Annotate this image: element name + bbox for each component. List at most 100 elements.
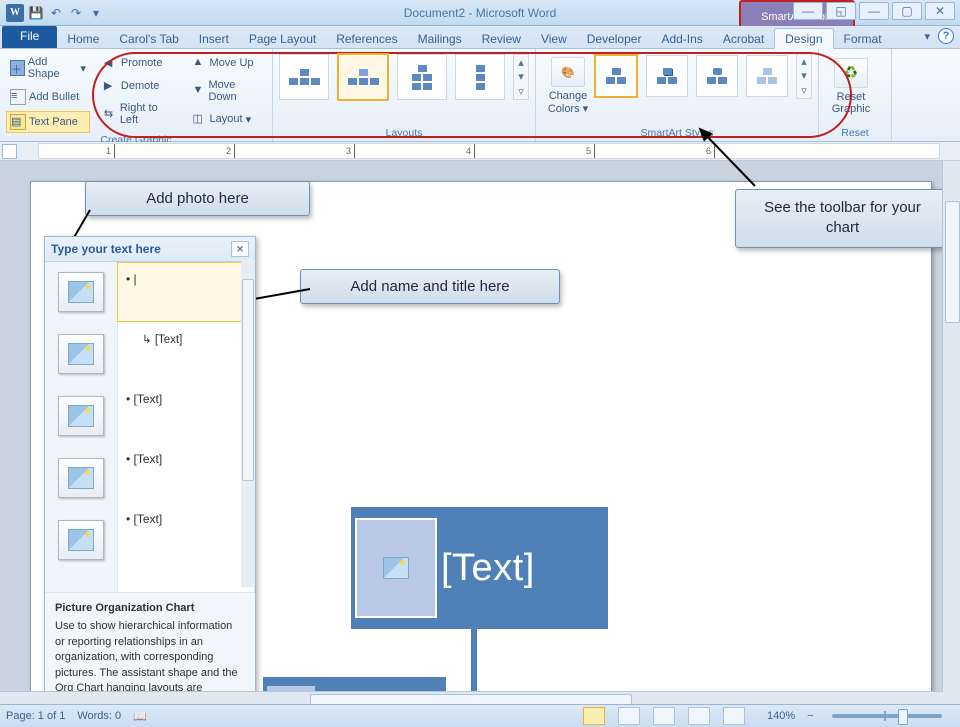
tab-home[interactable]: Home [57,29,109,48]
group-label-styles: SmartArt Styles [542,126,812,141]
picture-icon [68,281,94,303]
style-option-3[interactable] [696,55,738,97]
text-pane-picture-3[interactable] [58,396,104,436]
callout-add-photo: Add photo here [85,181,310,216]
text-pane-picture-2[interactable] [58,334,104,374]
mdi-restore-button[interactable]: ◱ [826,2,856,20]
tab-mailings[interactable]: Mailings [408,29,472,48]
vertical-scroll-thumb[interactable] [945,201,960,323]
vertical-scrollbar[interactable] [942,161,960,709]
text-pane-selection [117,262,255,322]
add-bullet-button[interactable]: ≡Add Bullet [6,86,90,108]
tab-format[interactable]: Format [834,29,892,48]
qat-customize-icon[interactable]: ▾ [88,5,104,21]
layouts-gallery-more[interactable]: ▴▾▿ [513,54,529,100]
rtl-icon: ⇆ [104,107,117,121]
layout-button[interactable]: ◫Layout▾ [189,109,266,129]
text-pane-picture-4[interactable] [58,458,104,498]
ribbon-tabs: File Home Carol's Tab Insert Page Layout… [0,26,960,49]
view-web-layout[interactable] [653,707,675,725]
text-pane-item-2[interactable]: ↳ [Text] [126,332,246,346]
group-smartart-styles: 🎨 ChangeColors ▾ ▴▾▿ SmartArt Styles [536,49,819,141]
move-down-button[interactable]: ▼Move Down [189,76,266,106]
tab-page-layout[interactable]: Page Layout [239,29,326,48]
change-colors-button[interactable]: 🎨 ChangeColors ▾ [542,53,594,119]
callout-toolbar: See the toolbar for your chart [735,189,950,248]
move-up-button[interactable]: ▲Move Up [189,53,266,73]
tab-review[interactable]: Review [472,29,531,48]
tab-design[interactable]: Design [774,28,833,49]
status-proofing-icon[interactable]: 📖 [133,710,147,723]
smartart-text-pane: Type your text here ✕ • | ↳ [Text] • [Te… [44,236,256,708]
tab-references[interactable]: References [326,29,407,48]
text-pane-item-5[interactable]: • [Text] [126,512,246,526]
text-pane-item-3[interactable]: • [Text] [126,392,246,406]
status-bar: Page: 1 of 1 Words: 0 📖 140% − + [0,704,960,727]
mdi-minimize-button[interactable]: — [793,2,823,20]
zoom-slider-thumb[interactable] [898,709,908,725]
ribbon-minimize-icon[interactable]: ▾ [924,30,930,43]
help-icon[interactable]: ? [938,28,954,44]
view-print-layout[interactable] [583,707,605,725]
smartart-node-root-text[interactable]: [Text] [441,547,535,590]
group-reset: ♻️ ResetGraphic Reset [819,49,892,141]
tab-view[interactable]: View [531,29,577,48]
layout-option-4[interactable] [455,54,505,100]
view-draft[interactable] [723,707,745,725]
tab-carols[interactable]: Carol's Tab [109,29,188,48]
zoom-slider[interactable] [832,714,942,718]
add-shape-button[interactable]: ＋Add Shape▾ [6,53,90,83]
styles-gallery-more[interactable]: ▴▾▿ [796,53,812,99]
smartart-picture-placeholder[interactable] [357,520,435,616]
text-pane-item-4[interactable]: • [Text] [126,452,246,466]
quick-access-toolbar: W 💾 ↶ ↷ ▾ [0,4,110,22]
demote-icon: ▶ [104,79,118,93]
help-area: ▾ ? [924,28,954,44]
maximize-button[interactable]: ▢ [892,2,922,20]
layout-icon: ◫ [193,112,207,126]
demote-button[interactable]: ▶Demote [100,76,179,96]
undo-icon[interactable]: ↶ [48,5,64,21]
status-page[interactable]: Page: 1 of 1 [6,710,65,722]
title-bar: W 💾 ↶ ↷ ▾ Document2 - Microsoft Word Sma… [0,0,960,26]
promote-button[interactable]: ◀Promote [100,53,179,73]
tab-acrobat[interactable]: Acrobat [713,29,774,48]
tab-developer[interactable]: Developer [577,29,652,48]
text-pane-item-1[interactable]: • | [126,272,246,286]
close-button[interactable]: ✕ [925,2,955,20]
style-option-2[interactable] [646,55,688,97]
style-option-4[interactable] [746,55,788,97]
group-create-graphic: ＋Add Shape▾ ≡Add Bullet ▤Text Pane ◀Prom… [0,49,273,141]
text-pane-picture-5[interactable] [58,520,104,560]
text-pane-list[interactable]: • | ↳ [Text] • [Text] • [Text] • [Text] [117,262,255,592]
layout-option-3[interactable] [397,54,447,100]
picture-icon [383,557,409,579]
picture-icon [68,529,94,551]
tab-insert[interactable]: Insert [189,29,239,48]
tab-file[interactable]: File [2,26,57,48]
minimize-button[interactable]: — [859,2,889,20]
document-title: Document2 - Microsoft Word [404,6,557,20]
redo-icon[interactable]: ↷ [68,5,84,21]
style-option-1[interactable] [594,54,638,98]
text-pane-picture-1[interactable] [58,272,104,312]
layout-option-1[interactable] [279,54,329,100]
reset-graphic-button[interactable]: ♻️ ResetGraphic [825,53,877,119]
status-words[interactable]: Words: 0 [77,710,121,722]
smartart-node-root[interactable]: [Text] [351,507,608,629]
picture-icon [68,405,94,427]
text-pane-button[interactable]: ▤Text Pane [6,111,90,133]
text-pane-scrollbar[interactable] [241,259,255,587]
view-outline[interactable] [688,707,710,725]
text-pane-close-button[interactable]: ✕ [231,241,249,257]
zoom-out-button[interactable]: − [807,710,813,722]
save-icon[interactable]: 💾 [28,5,44,21]
view-full-screen[interactable] [618,707,640,725]
horizontal-ruler[interactable]: 1 2 3 4 5 6 [38,143,940,159]
zoom-level[interactable]: 140% [767,710,795,722]
tab-addins[interactable]: Add-Ins [651,29,712,48]
layout-option-2[interactable] [337,53,389,101]
tab-selector[interactable] [2,144,17,159]
text-pane-scroll-thumb[interactable] [242,279,254,481]
right-to-left-button[interactable]: ⇆Right to Left [100,99,179,129]
